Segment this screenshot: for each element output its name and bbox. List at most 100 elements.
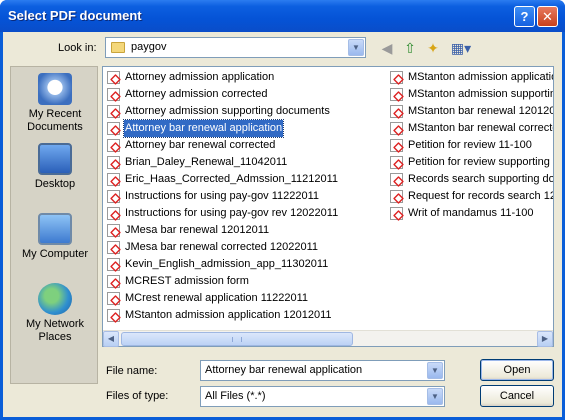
desktop-icon	[38, 143, 72, 175]
file-name-label: File name:	[106, 365, 158, 377]
file-item[interactable]: Attorney admission supporting documents	[105, 103, 339, 120]
file-item[interactable]: MCREST admission form	[105, 273, 339, 290]
close-button[interactable]: ✕	[537, 6, 558, 27]
look-in-dropdown[interactable]: paygov ▼	[105, 37, 366, 58]
new-folder-icon[interactable]: ✦	[424, 39, 442, 57]
help-button[interactable]: ?	[514, 6, 535, 27]
file-item[interactable]: Brian_Daley_Renewal_11042011	[105, 154, 339, 171]
file-item[interactable]: Petition for review 11-100	[388, 137, 553, 154]
file-item[interactable]: Instructions for using pay-gov rev 12022…	[105, 205, 339, 222]
views-menu-icon[interactable]: ▦▾	[449, 39, 473, 57]
file-item[interactable]: Petition for review supporting	[388, 154, 553, 171]
look-in-label: Look in:	[58, 42, 97, 54]
file-name: Request for records search 12	[408, 190, 553, 202]
file-item[interactable]: MStanton bar renewal 120120	[388, 103, 553, 120]
pdf-file-icon	[107, 275, 120, 288]
file-name: MCREST admission form	[125, 275, 249, 287]
chevron-down-icon[interactable]: ▼	[427, 388, 443, 405]
file-item-selected[interactable]: Attorney bar renewal application	[105, 119, 339, 138]
file-type-label: Files of type:	[106, 390, 169, 402]
file-column-1: Attorney admission application Attorney …	[105, 69, 339, 324]
file-name: Instructions for using pay-gov 11222011	[125, 190, 320, 202]
file-name: Records search supporting do	[408, 173, 553, 185]
open-button[interactable]: Open	[480, 359, 554, 381]
file-name: Attorney bar renewal application	[122, 119, 285, 138]
pdf-file-icon	[107, 156, 120, 169]
up-folder-icon[interactable]: ⇧	[401, 39, 419, 57]
pdf-file-icon	[107, 190, 120, 203]
scroll-right-icon[interactable]: ▶	[537, 331, 553, 347]
file-name: JMesa bar renewal 12012011	[125, 224, 270, 236]
network-places-icon	[38, 283, 72, 315]
file-name: Attorney bar renewal corrected	[125, 139, 276, 151]
file-item[interactable]: Records search supporting do	[388, 171, 553, 188]
file-item[interactable]: Attorney admission corrected	[105, 86, 339, 103]
file-item[interactable]: Attorney bar renewal corrected	[105, 137, 339, 154]
file-name: MCrest renewal application 11222011	[125, 292, 309, 304]
pdf-file-icon	[107, 88, 120, 101]
file-column-2: MStanton admission applicatio MStanton a…	[388, 69, 553, 222]
pdf-file-icon	[107, 71, 120, 84]
file-name-value: Attorney bar renewal application	[205, 364, 363, 376]
file-type-value: All Files (*.*)	[205, 390, 266, 402]
file-name: JMesa bar renewal corrected 12022011	[125, 241, 319, 253]
file-item[interactable]: MCrest renewal application 11222011	[105, 290, 339, 307]
file-item[interactable]: Instructions for using pay-gov 11222011	[105, 188, 339, 205]
pdf-file-icon	[390, 122, 403, 135]
file-name: MStanton bar renewal correcte	[408, 122, 553, 134]
place-desktop[interactable]: Desktop	[11, 143, 99, 191]
pdf-file-icon	[107, 139, 120, 152]
grip-icon	[232, 337, 242, 342]
file-item[interactable]: MStanton admission applicatio	[388, 69, 553, 86]
place-my-computer[interactable]: My Computer	[11, 213, 99, 261]
pdf-file-icon	[107, 105, 120, 118]
cancel-button[interactable]: Cancel	[480, 385, 554, 407]
pdf-file-icon	[107, 122, 120, 135]
file-name-field[interactable]: Attorney bar renewal application ▼	[200, 360, 445, 381]
file-name: Instructions for using pay-gov rev 12022…	[125, 207, 339, 219]
file-name: Attorney admission application	[125, 71, 275, 83]
pdf-file-icon	[390, 207, 403, 220]
chevron-down-icon[interactable]: ▼	[427, 362, 443, 379]
file-name: MStanton admission application 12012011	[125, 309, 332, 321]
pdf-file-icon	[107, 309, 120, 322]
file-item[interactable]: Kevin_English_admission_app_11302011	[105, 256, 339, 273]
place-label: My Recent Documents	[27, 108, 83, 133]
dialog-title: Select PDF document	[8, 8, 142, 23]
file-item[interactable]: Eric_Haas_Corrected_Admssion_11212011	[105, 171, 339, 188]
pdf-file-icon	[390, 190, 403, 203]
back-icon[interactable]: ◀	[378, 39, 396, 57]
file-item[interactable]: MStanton admission supportin	[388, 86, 553, 103]
horizontal-scrollbar[interactable]: ◀ ▶	[103, 330, 553, 347]
recent-documents-icon	[38, 73, 72, 105]
dialog-window: Select PDF document ? ✕ Look in: paygov …	[0, 0, 565, 420]
file-list[interactable]: Attorney admission application Attorney …	[102, 66, 554, 347]
my-computer-icon	[38, 213, 72, 245]
file-name: Writ of mandamus 11-100	[408, 207, 534, 219]
place-my-recent-documents[interactable]: My Recent Documents	[11, 73, 99, 134]
file-name: Kevin_English_admission_app_11302011	[125, 258, 329, 270]
file-item[interactable]: MStanton bar renewal correcte	[388, 120, 553, 137]
scroll-left-icon[interactable]: ◀	[103, 331, 119, 347]
file-name: MStanton bar renewal 120120	[408, 105, 553, 117]
pdf-file-icon	[390, 139, 403, 152]
file-item[interactable]: JMesa bar renewal corrected 12022011	[105, 239, 339, 256]
file-type-dropdown[interactable]: All Files (*.*) ▼	[200, 386, 445, 407]
file-item[interactable]: Writ of mandamus 11-100	[388, 205, 553, 222]
scrollbar-thumb[interactable]	[121, 332, 353, 346]
file-name: Brian_Daley_Renewal_11042011	[125, 156, 288, 168]
look-in-value: paygov	[131, 41, 167, 53]
file-item[interactable]: MStanton admission application 12012011	[105, 307, 339, 324]
place-my-network-places[interactable]: My Network Places	[11, 283, 99, 344]
pdf-file-icon	[390, 105, 403, 118]
file-name: Petition for review 11-100	[408, 139, 532, 151]
file-item[interactable]: Request for records search 12	[388, 188, 553, 205]
title-bar[interactable]: Select PDF document ? ✕	[0, 0, 565, 32]
file-item[interactable]: JMesa bar renewal 12012011	[105, 222, 339, 239]
file-name: Attorney admission supporting documents	[125, 105, 330, 117]
file-item[interactable]: Attorney admission application	[105, 69, 339, 86]
chevron-down-icon[interactable]: ▼	[348, 39, 364, 56]
pdf-file-icon	[107, 207, 120, 220]
pdf-file-icon	[390, 156, 403, 169]
place-label: My Network Places	[25, 318, 85, 343]
